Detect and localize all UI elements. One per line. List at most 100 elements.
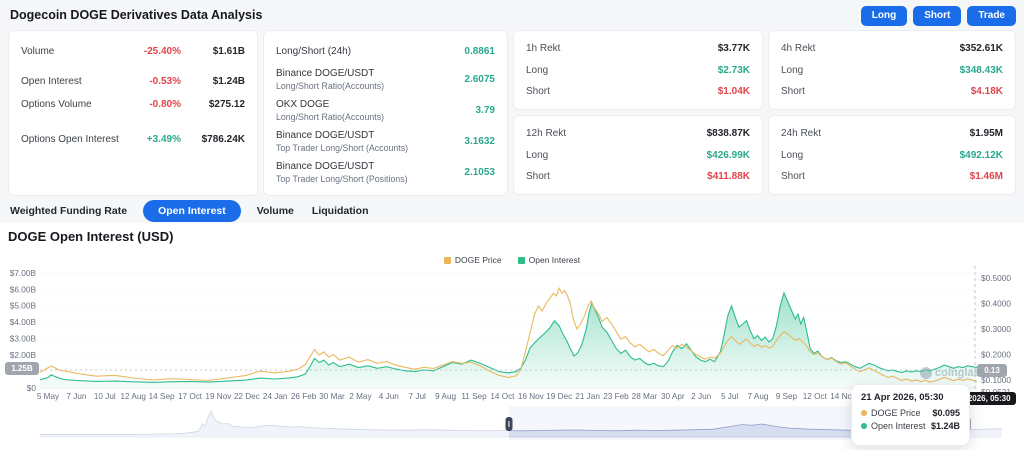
ratio-subtitle: Top Trader Long/Short (Positions): [276, 174, 464, 184]
metric-label: Options Open Interest: [21, 134, 123, 145]
metric-row-options-volume: Options Volume -0.80% $275.12: [21, 96, 245, 112]
open-interest-area: [40, 293, 977, 388]
ratio-row-longshort-24h: Long/Short (24h) 0.8861: [276, 43, 495, 59]
rekt-short-value: $411.88K: [707, 171, 750, 182]
open-interest-dot-icon: [861, 423, 867, 429]
x-axis-tick: 19 Dec: [546, 392, 572, 401]
right-axis-tick: $0.4000: [981, 298, 1011, 308]
tab-volume[interactable]: Volume: [255, 201, 296, 221]
rekt-long-label: Long: [526, 150, 707, 161]
rekt-short-value: $1.04K: [718, 86, 750, 97]
metric-value: $786.24K: [181, 134, 245, 145]
tooltip-date: 21 Apr 2026, 05:30: [861, 392, 960, 403]
tooltip-label: DOGE Price: [871, 408, 932, 418]
ratio-title: Binance DOGE/USDT: [276, 161, 464, 172]
rekt-card-4h: 4h Rekt$352.61K Long$348.43K Short$4.18K: [768, 30, 1016, 110]
metric-value: $275.12: [181, 99, 245, 110]
rekt-total: $1.95M: [970, 128, 1003, 139]
chart-tabs: Weighted Funding Rate Open Interest Volu…: [8, 199, 370, 222]
x-axis-tick: 9 Sep: [776, 392, 798, 401]
rekt-long-value: $426.99K: [707, 150, 750, 161]
metric-row-volume: Volume -25.40% $1.61B: [21, 43, 245, 59]
ratio-value: 2.1053: [464, 167, 495, 178]
legend-label: Open Interest: [529, 255, 581, 265]
x-axis-tick: 19 Nov: [205, 392, 232, 401]
tab-weighted-funding-rate[interactable]: Weighted Funding Rate: [8, 201, 129, 221]
metrics-card: Volume -25.40% $1.61B Open Interest -0.5…: [8, 30, 258, 196]
tooltip-value: $0.095: [932, 408, 960, 418]
trade-button[interactable]: Trade: [967, 6, 1016, 26]
tab-liquidation[interactable]: Liquidation: [310, 201, 371, 221]
header-actions: Long Short Trade: [861, 6, 1016, 26]
x-axis-tick: 24 Jan: [263, 392, 288, 401]
rekt-total: $352.61K: [960, 43, 1003, 54]
rekt-short-value: $1.46M: [970, 171, 1003, 182]
x-axis-tick: 28 Mar: [632, 392, 658, 401]
x-axis-tick: 23 Feb: [603, 392, 629, 401]
legend-item-open-interest[interactable]: Open Interest: [518, 255, 581, 265]
ratio-title: Binance DOGE/USDT: [276, 130, 464, 141]
legend-item-price[interactable]: DOGE Price: [444, 255, 502, 265]
ratio-title: Binance DOGE/USDT: [276, 68, 464, 79]
derivatives-dashboard: Dogecoin DOGE Derivatives Data Analysis …: [0, 0, 1024, 450]
x-axis-tick: 9 Aug: [435, 392, 456, 401]
rekt-card-1h: 1h Rekt$3.77K Long$2.73K Short$1.04K: [513, 30, 763, 110]
rekt-long-label: Long: [781, 150, 960, 161]
x-axis-tick: 14 Oct: [490, 392, 515, 401]
rekt-short-label: Short: [526, 86, 718, 97]
tooltip-label: Open Interest: [871, 421, 931, 431]
price-dot-icon: [861, 410, 867, 416]
short-button[interactable]: Short: [913, 6, 961, 26]
x-axis-tick: 22 Dec: [234, 392, 260, 401]
left-axis-tick: $7.00B: [10, 268, 37, 278]
x-axis-tick: 21 Jan: [575, 392, 600, 401]
ratio-row-okx-accounts: OKX DOGE Long/Short Ratio(Accounts) 3.79: [276, 96, 495, 124]
left-axis-tick: $2.00B: [10, 350, 37, 360]
tab-open-interest[interactable]: Open Interest: [143, 200, 241, 222]
rekt-card-24h: 24h Rekt$1.95M Long$492.12K Short$1.46M: [768, 115, 1016, 195]
x-axis-tick: 2 Jun: [691, 392, 711, 401]
x-axis-tick: 2 May: [349, 392, 372, 401]
metric-row-options-open-interest: Options Open Interest +3.49% $786.24K: [21, 131, 245, 147]
price-swatch-icon: [444, 257, 451, 264]
page-title: Dogecoin DOGE Derivatives Data Analysis: [10, 8, 262, 22]
metric-label: Options Volume: [21, 99, 123, 110]
right-axis-tick: $0.3000: [981, 324, 1011, 334]
rekt-period: 12h Rekt: [526, 128, 707, 139]
rekt-period: 4h Rekt: [781, 43, 960, 54]
ratio-subtitle: Top Trader Long/Short (Accounts): [276, 143, 464, 153]
ratio-title: Long/Short (24h): [276, 46, 464, 57]
crosshair-right-badge: 0.13: [977, 364, 1007, 377]
ratio-subtitle: Long/Short Ratio(Accounts): [276, 112, 476, 122]
rekt-card-12h: 12h Rekt$838.87K Long$426.99K Short$411.…: [513, 115, 763, 195]
x-axis-tick: 11 Sep: [461, 392, 487, 401]
rekt-period: 1h Rekt: [526, 43, 718, 54]
rekt-total: $3.77K: [718, 43, 750, 54]
x-axis-tick: 12 Aug: [120, 392, 146, 401]
x-axis-tick: 17 Oct: [178, 392, 203, 401]
x-axis-tick: 14 Sep: [149, 392, 175, 401]
x-axis-tick: 7 Jun: [66, 392, 86, 401]
chart-legend: DOGE Price Open Interest: [0, 255, 1024, 265]
ratio-subtitle: Long/Short Ratio(Accounts): [276, 81, 464, 91]
metric-change: +3.49%: [123, 134, 181, 145]
ratio-row-toptrader-positions: Binance DOGE/USDT Top Trader Long/Short …: [276, 158, 495, 186]
long-button[interactable]: Long: [861, 6, 907, 26]
ratio-row-toptrader-accounts: Binance DOGE/USDT Top Trader Long/Short …: [276, 127, 495, 155]
ratio-value: 0.8861: [464, 46, 495, 57]
left-axis-tick: $3.00B: [10, 334, 37, 344]
right-axis-tick: $0.2000: [981, 349, 1011, 359]
rekt-short-label: Short: [781, 86, 971, 97]
ratios-card: Long/Short (24h) 0.8861 Binance DOGE/USD…: [263, 30, 508, 196]
left-axis-tick: $0: [27, 383, 37, 393]
right-axis-tick: $0.5000: [981, 273, 1011, 283]
metric-change: -0.80%: [123, 99, 181, 110]
rekt-short-label: Short: [781, 171, 970, 182]
open-interest-swatch-icon: [518, 257, 525, 264]
x-axis-tick: 7 Jul: [409, 392, 426, 401]
x-axis-tick: 12 Oct: [803, 392, 828, 401]
navigator-mask-left: [40, 406, 509, 440]
x-axis-tick: 5 May: [37, 392, 60, 401]
left-axis-tick: $5.00B: [10, 301, 37, 311]
x-axis-tick: 4 Jun: [379, 392, 399, 401]
